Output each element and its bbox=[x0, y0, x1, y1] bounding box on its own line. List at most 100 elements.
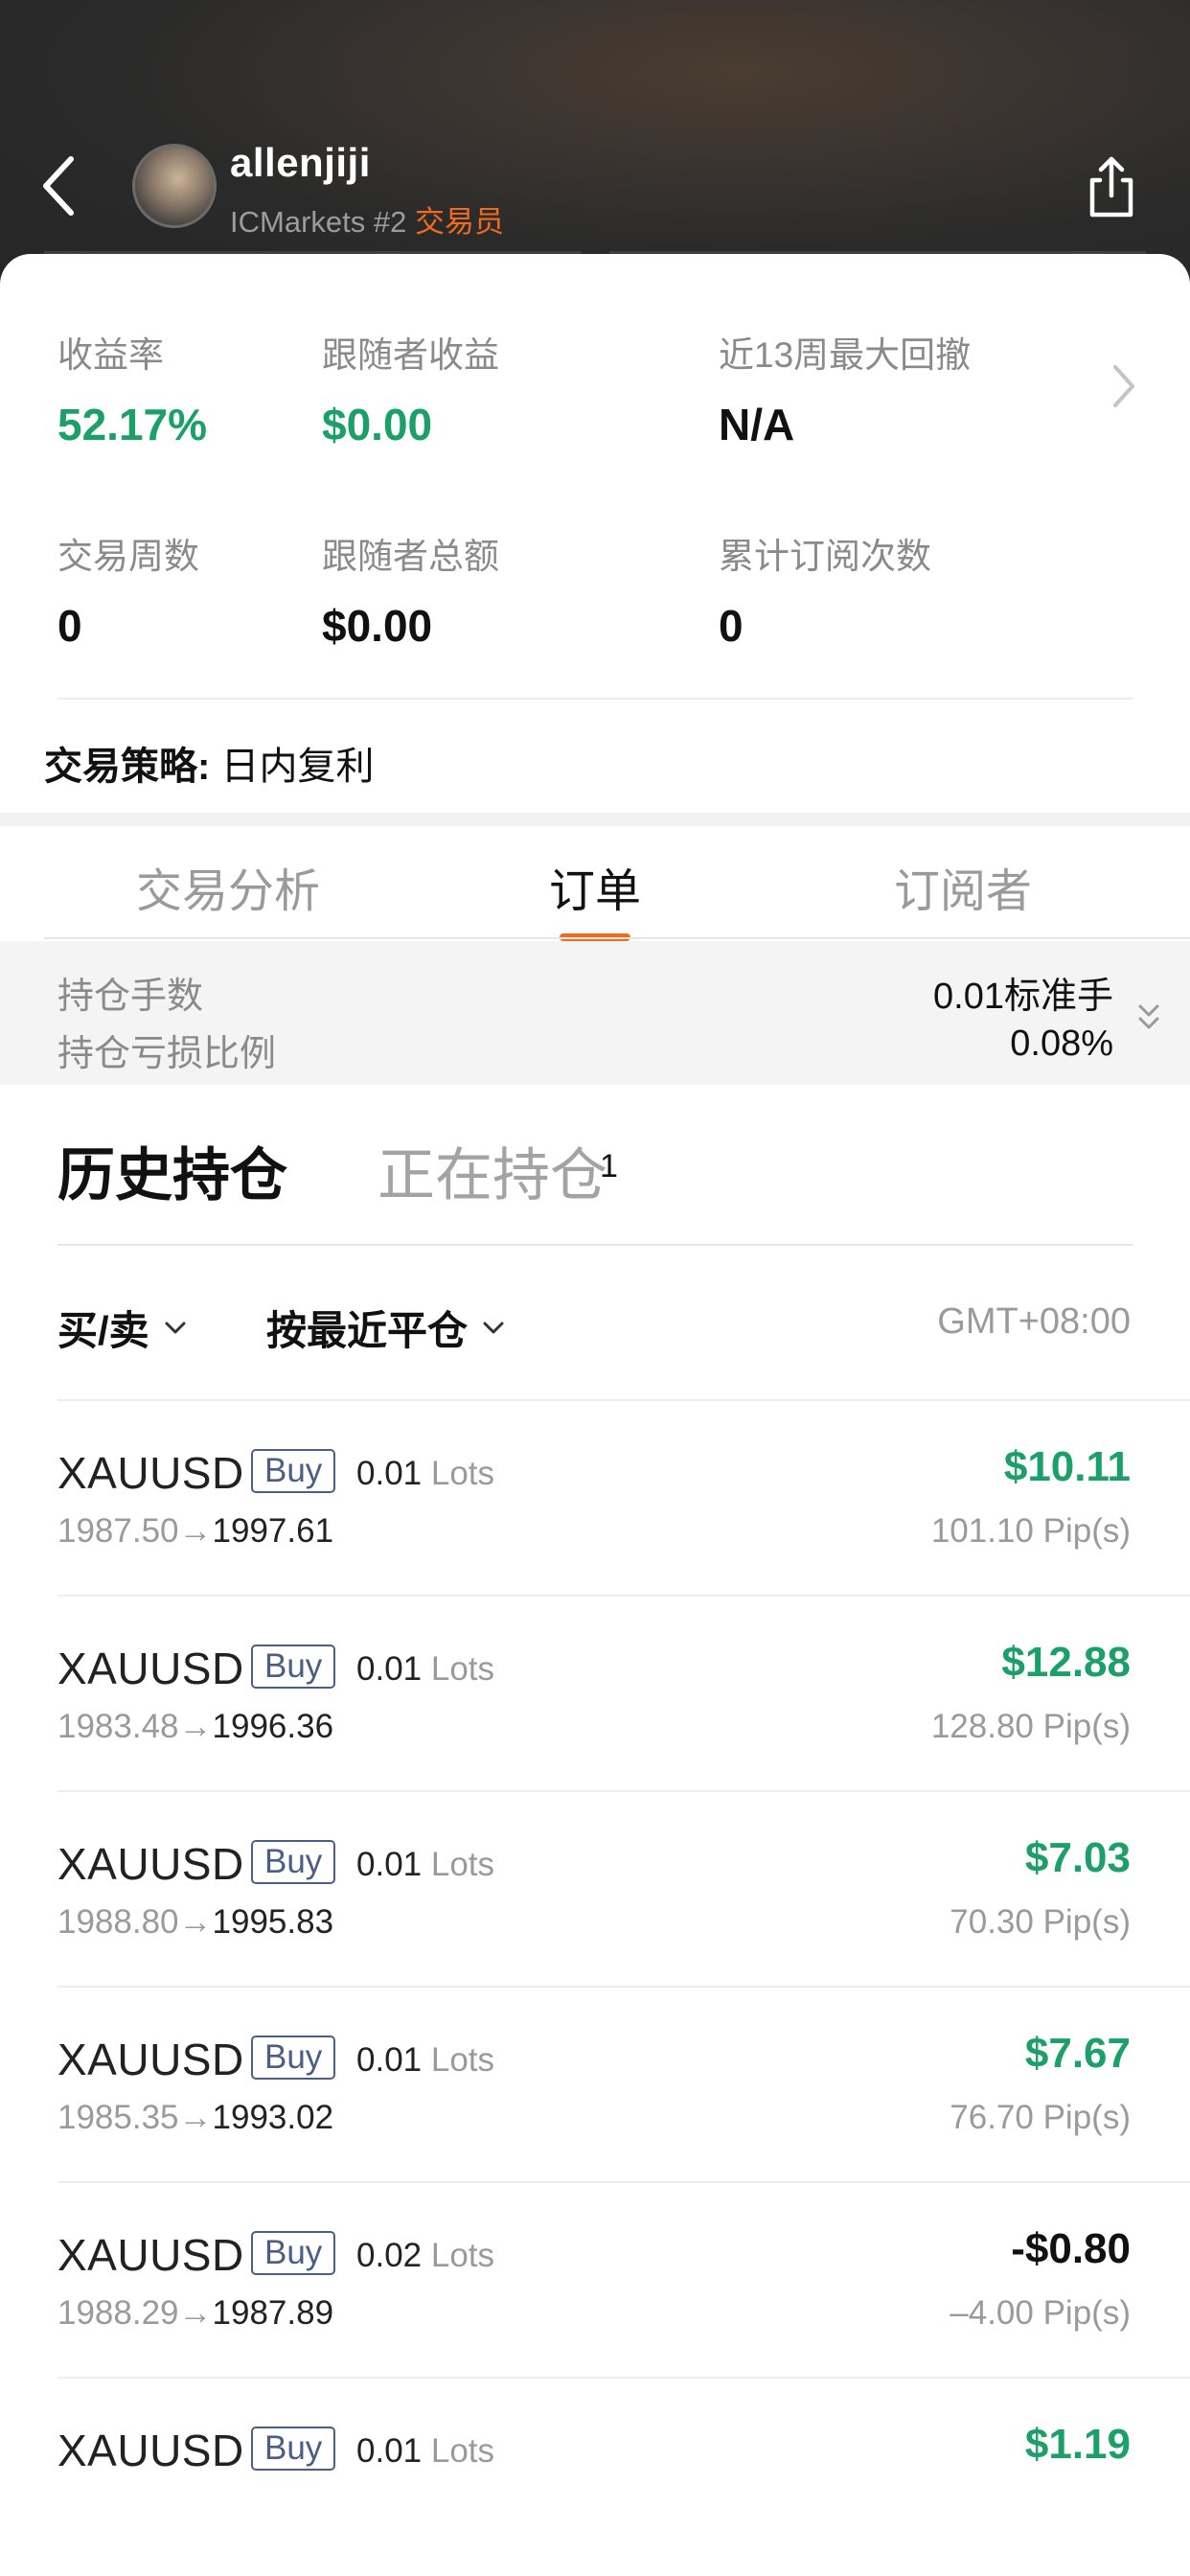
order-close-price: 1993.02 bbox=[212, 2099, 334, 2136]
order-open-price: 1988.80 bbox=[57, 1903, 179, 1941]
expand-button[interactable] bbox=[1136, 1000, 1161, 1035]
arrow-icon: → bbox=[178, 2294, 213, 2332]
stat-value: 52.17% bbox=[57, 400, 208, 449]
order-lots-value: 0.01 bbox=[356, 2041, 423, 2079]
subtab-open-positions[interactable]: 正在持仓 bbox=[378, 1129, 607, 1212]
order-pips: 70.30 Pip(s) bbox=[950, 1903, 1131, 1941]
share-button[interactable] bbox=[1083, 153, 1140, 220]
order-side-badge: Buy bbox=[251, 2036, 336, 2080]
order-lots-unit: Lots bbox=[430, 2041, 495, 2079]
order-lots: 0.01 Lots bbox=[356, 1650, 494, 1689]
order-prices: 1987.50→1997.61 bbox=[57, 1512, 333, 1551]
order-lots: 0.01 Lots bbox=[356, 2432, 494, 2471]
order-profit: -$0.80 bbox=[1011, 2225, 1131, 2272]
order-close-price: 1997.61 bbox=[212, 1512, 334, 1550]
position-loss-ratio-label: 持仓亏损比例 bbox=[57, 1034, 277, 1074]
order-lots-unit: Lots bbox=[430, 1650, 495, 1688]
stat-follower-profit: 跟随者收益 $0.00 bbox=[322, 326, 499, 450]
order-lots-unit: Lots bbox=[430, 1455, 495, 1492]
arrow-icon: → bbox=[178, 2099, 213, 2136]
order-symbol: XAUUSD bbox=[57, 1839, 244, 1889]
subtab-history-positions[interactable]: 历史持仓 bbox=[57, 1129, 287, 1212]
arrow-icon: → bbox=[178, 1708, 213, 1745]
position-summary[interactable]: 持仓手数 0.01标准手 持仓亏损比例 0.08% bbox=[0, 941, 1190, 1085]
order-row[interactable]: XAUUSD Buy 0.01 Lots $1.19 bbox=[0, 2379, 1190, 2574]
order-lots-value: 0.01 bbox=[356, 1455, 423, 1492]
divider bbox=[57, 698, 1133, 700]
order-symbol: XAUUSD bbox=[57, 2426, 244, 2475]
order-side-badge: Buy bbox=[251, 2231, 336, 2275]
order-symbol: XAUUSD bbox=[57, 2230, 244, 2280]
main-tabs: 交易分析 订单 订阅者 bbox=[0, 826, 1190, 941]
tab-orders[interactable]: 订单 bbox=[549, 853, 641, 920]
strategy-label: 交易策略: bbox=[44, 746, 211, 788]
order-symbol: XAUUSD bbox=[57, 2035, 244, 2084]
stat-value: N/A bbox=[719, 400, 795, 449]
trader-username: allenjiji bbox=[230, 140, 371, 185]
side-filter-dropdown[interactable]: 买/卖 bbox=[57, 1299, 188, 1357]
double-chevron-down-icon bbox=[1138, 1004, 1159, 1029]
trader-profile-page: allenjiji ICMarkets #2 交易员 收益率 52.17% 跟随… bbox=[0, 0, 1190, 2576]
chevron-right-icon bbox=[1113, 365, 1134, 407]
back-button[interactable] bbox=[34, 151, 82, 220]
avatar[interactable] bbox=[132, 144, 217, 228]
stats-detail-button[interactable] bbox=[1108, 357, 1140, 415]
order-lots-value: 0.01 bbox=[356, 1846, 423, 1883]
stat-label: 累计订阅次数 bbox=[719, 537, 931, 576]
stat-max-drawdown: 近13周最大回撤 N/A bbox=[719, 326, 971, 450]
stats-card[interactable]: 收益率 52.17% 跟随者收益 $0.00 近13周最大回撤 N/A 交易周数… bbox=[0, 254, 1190, 810]
order-symbol: XAUUSD bbox=[57, 1448, 244, 1498]
order-row[interactable]: XAUUSD Buy 0.01 Lots 1985.35→1993.02 $7.… bbox=[0, 1988, 1190, 2183]
stat-return-rate: 收益率 52.17% bbox=[57, 326, 207, 450]
stat-value: 0 bbox=[719, 601, 744, 651]
order-side-badge: Buy bbox=[251, 1644, 336, 1689]
order-prices: 1985.35→1993.02 bbox=[57, 2099, 333, 2137]
share-icon bbox=[1089, 156, 1133, 218]
order-open-price: 1988.29 bbox=[57, 2294, 179, 2332]
timezone-label[interactable]: GMT+08:00 bbox=[937, 1301, 1131, 1343]
chevron-down-icon bbox=[165, 1322, 186, 1333]
chevron-left-icon bbox=[43, 156, 74, 216]
order-row[interactable]: XAUUSD Buy 0.01 Lots 1987.50→1997.61 $10… bbox=[0, 1401, 1190, 1597]
order-close-price: 1996.36 bbox=[212, 1708, 334, 1745]
tab-subscribers[interactable]: 订阅者 bbox=[894, 853, 1032, 920]
order-open-price: 1985.35 bbox=[57, 2099, 179, 2136]
broker-account: ICMarkets #2 bbox=[230, 205, 407, 239]
stat-label: 收益率 bbox=[57, 335, 164, 375]
order-lots: 0.02 Lots bbox=[356, 2237, 494, 2275]
order-lots-value: 0.01 bbox=[356, 1650, 423, 1688]
open-positions-count: 1 bbox=[600, 1148, 618, 1184]
order-close-price: 1995.83 bbox=[212, 1903, 334, 1941]
trader-role-badge: 交易员 bbox=[414, 205, 504, 239]
section-separator bbox=[0, 813, 1190, 826]
stat-value: 0 bbox=[57, 601, 82, 651]
order-open-price: 1983.48 bbox=[57, 1708, 179, 1745]
stat-follower-total: 跟随者总额 $0.00 bbox=[322, 527, 499, 652]
sort-dropdown[interactable]: 按最近平仓 bbox=[266, 1299, 506, 1357]
order-profit: $10.11 bbox=[1003, 1443, 1131, 1490]
sort-label: 按最近平仓 bbox=[266, 1308, 469, 1353]
arrow-icon: → bbox=[178, 1903, 213, 1941]
tab-trade-analysis[interactable]: 交易分析 bbox=[136, 853, 320, 920]
order-symbol: XAUUSD bbox=[57, 1644, 244, 1693]
order-pips: –4.00 Pip(s) bbox=[950, 2294, 1131, 2332]
chevron-down-icon bbox=[483, 1322, 504, 1333]
order-prices: 1988.29→1987.89 bbox=[57, 2294, 333, 2333]
order-row[interactable]: XAUUSD Buy 0.02 Lots 1988.29→1987.89 -$0… bbox=[0, 2183, 1190, 2379]
order-lots-value: 0.01 bbox=[356, 2432, 423, 2470]
order-row[interactable]: XAUUSD Buy 0.01 Lots 1983.48→1996.36 $12… bbox=[0, 1597, 1190, 1792]
stat-subscriptions: 累计订阅次数 0 bbox=[719, 527, 931, 652]
order-profit: $12.88 bbox=[1001, 1639, 1131, 1686]
stat-trading-weeks: 交易周数 0 bbox=[57, 527, 199, 652]
tabs-divider bbox=[44, 937, 1190, 939]
order-close-price: 1987.89 bbox=[212, 2294, 334, 2332]
order-lots-unit: Lots bbox=[430, 1846, 495, 1883]
order-prices: 1988.80→1995.83 bbox=[57, 1903, 333, 1942]
side-filter-label: 买/卖 bbox=[57, 1308, 149, 1353]
order-side-badge: Buy bbox=[251, 1840, 336, 1884]
order-row[interactable]: XAUUSD Buy 0.01 Lots 1988.80→1995.83 $7.… bbox=[0, 1792, 1190, 1988]
stat-label: 交易周数 bbox=[57, 537, 199, 576]
order-profit: $7.67 bbox=[1024, 2030, 1131, 2077]
trading-strategy: 交易策略: 日内复利 bbox=[44, 735, 374, 791]
order-lots: 0.01 Lots bbox=[356, 2041, 494, 2080]
